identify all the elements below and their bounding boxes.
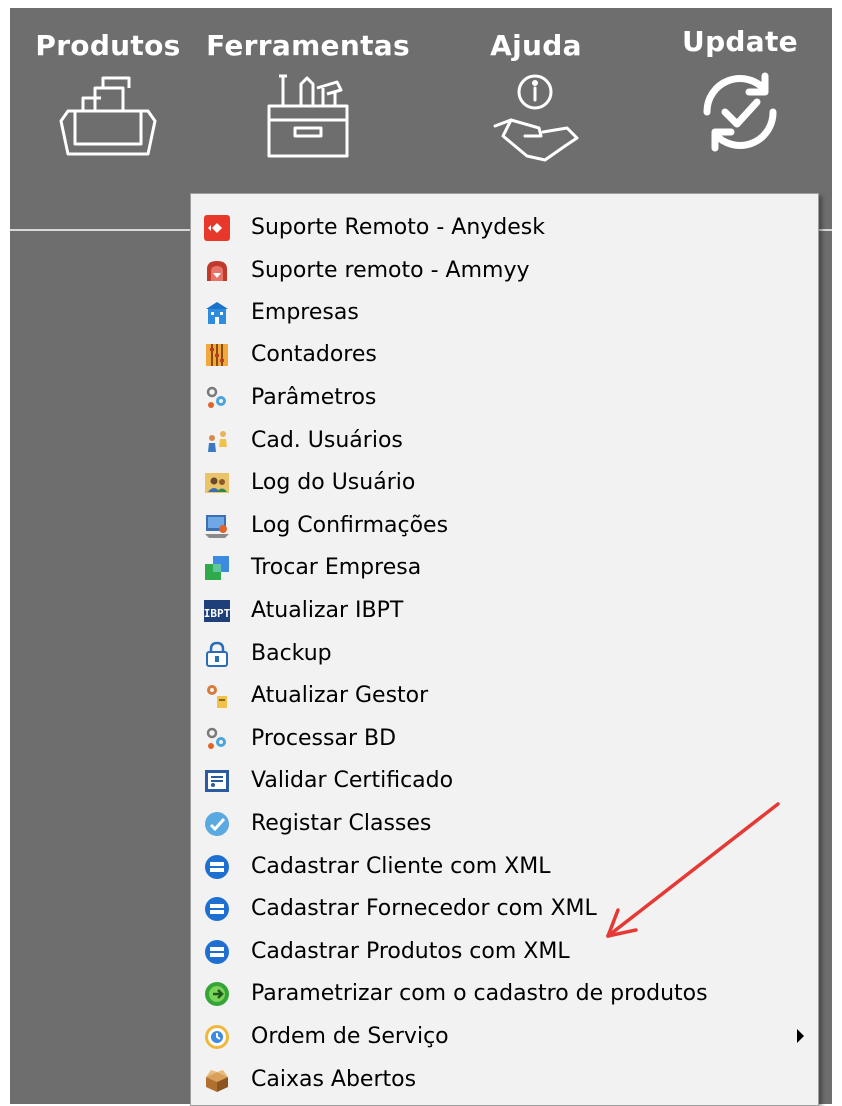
menu-item-label: Atualizar Gestor: [251, 683, 429, 708]
menu-item-parametrizar-cadastro[interactable]: Parametrizar com o cadastro de produtos: [191, 974, 818, 1014]
register-check-icon: [205, 812, 229, 836]
menu-item-label: Cad. Usuários: [251, 428, 403, 453]
menu-item-log-confirmacoes[interactable]: Log Confirmações: [191, 506, 818, 546]
abacus-icon: [206, 344, 228, 366]
menu-item-ordem-servico[interactable]: Ordem de Serviço: [191, 1017, 818, 1057]
ammyy-icon: [207, 261, 227, 281]
menu-item-log-usuario[interactable]: Log do Usuário: [191, 463, 818, 503]
ibpt-icon: IBPT: [204, 600, 231, 622]
menu-item-label: Cadastrar Produtos com XML: [251, 939, 570, 964]
menu-item-label: Caixas Abertos: [251, 1067, 417, 1092]
update-icon: [650, 62, 830, 162]
menu-item-suporte-anydesk[interactable]: Suporte Remoto - Anydesk: [191, 208, 818, 248]
menu-item-label: Suporte remoto - Ammyy: [251, 258, 530, 283]
menu-item-empresas[interactable]: Empresas: [191, 293, 818, 333]
menu-item-cadastrar-produtos-xml[interactable]: Cadastrar Produtos com XML: [191, 932, 818, 972]
xml-disk-icon: [205, 897, 229, 921]
menu-item-parametros[interactable]: Parâmetros: [191, 378, 818, 418]
menu-item-label: Contadores: [251, 342, 377, 367]
toolbar-ajuda-label: Ajuda: [490, 29, 582, 62]
menu-item-cadastrar-cliente-xml[interactable]: Cadastrar Cliente com XML: [191, 847, 818, 887]
switch-company-icon: [205, 556, 229, 580]
menu-item-label: Log Confirmações: [251, 513, 449, 538]
toolbar-ferramentas[interactable]: Ferramentas: [198, 8, 418, 198]
menu-item-label: Parametrizar com o cadastro de produtos: [251, 981, 708, 1006]
toolbar-ajuda[interactable]: Ajuda: [446, 8, 626, 198]
menu-item-label: Atualizar IBPT: [251, 598, 404, 623]
menu-item-atualizar-ibpt[interactable]: IBPT Atualizar IBPT: [191, 591, 818, 631]
users-icon: [208, 431, 227, 452]
menu-item-label: Log do Usuário: [251, 470, 416, 495]
box-icon: [18, 66, 198, 166]
menu-item-processar-bd[interactable]: Processar BD: [191, 719, 818, 759]
menu-item-cad-usuarios[interactable]: Cad. Usuários: [191, 421, 818, 461]
menu-item-atualizar-gestor[interactable]: Atualizar Gestor: [191, 676, 818, 716]
process-db-icon: [206, 727, 226, 749]
user-log-icon: [205, 473, 229, 493]
menu-item-trocar-empresa[interactable]: Trocar Empresa: [191, 548, 818, 588]
clock-icon: [205, 1025, 229, 1049]
help-hand-icon: [446, 66, 626, 166]
open-box-icon: [206, 1070, 228, 1092]
building-icon: [206, 302, 228, 324]
menu-item-label: Suporte Remoto - Anydesk: [251, 215, 545, 240]
submenu-arrow-icon: [797, 1029, 804, 1043]
confirm-log-icon: [205, 515, 229, 538]
menu-item-suporte-ammyy[interactable]: Suporte remoto - Ammyy: [191, 251, 818, 291]
toolbar-update[interactable]: Update: [650, 8, 830, 198]
toolbar-update-label: Update: [682, 25, 798, 58]
menu-item-label: Cadastrar Fornecedor com XML: [251, 896, 597, 921]
certificate-icon: [205, 770, 229, 792]
toolbar-produtos[interactable]: Produtos: [18, 8, 198, 198]
menu-item-label: Validar Certificado: [251, 768, 454, 793]
toolbar-produtos-label: Produtos: [35, 29, 181, 62]
anydesk-icon: [204, 215, 230, 241]
toolbar-ferramentas-label: Ferramentas: [206, 29, 410, 62]
menu-item-label: Parâmetros: [251, 385, 377, 410]
menu-item-label: Backup: [251, 641, 332, 666]
menu-item-label: Registar Classes: [251, 811, 432, 836]
menu-item-label: Cadastrar Cliente com XML: [251, 854, 551, 879]
lock-icon: [206, 641, 228, 667]
menu-item-label: Empresas: [251, 300, 359, 325]
xml-disk-icon: [205, 855, 229, 879]
app-window: Produtos Ferramentas Ajuda Update Suport…: [10, 8, 832, 1106]
update-manager-icon: [207, 685, 227, 708]
menu-item-registar-classes[interactable]: Registar Classes: [191, 804, 818, 844]
menu-item-validar-certificado[interactable]: Validar Certificado: [191, 761, 818, 801]
menu-item-caixas-abertos[interactable]: Caixas Abertos: [191, 1060, 818, 1100]
gears-icon: [206, 386, 226, 408]
xml-disk-icon: [205, 940, 229, 964]
green-arrow-icon: [205, 982, 229, 1006]
menu-item-label: Ordem de Serviço: [251, 1024, 449, 1049]
menu-item-label: Trocar Empresa: [251, 555, 422, 580]
ferramentas-dropdown-menu: Suporte Remoto - Anydesk Suporte remoto …: [190, 193, 819, 1106]
menu-item-cadastrar-fornecedor-xml[interactable]: Cadastrar Fornecedor com XML: [191, 889, 818, 929]
toolbox-icon: [198, 66, 418, 166]
menu-item-label: Processar BD: [251, 726, 397, 751]
svg-text:IBPT: IBPT: [204, 607, 231, 620]
menu-item-contadores[interactable]: Contadores: [191, 335, 818, 375]
menu-item-backup[interactable]: Backup: [191, 634, 818, 674]
